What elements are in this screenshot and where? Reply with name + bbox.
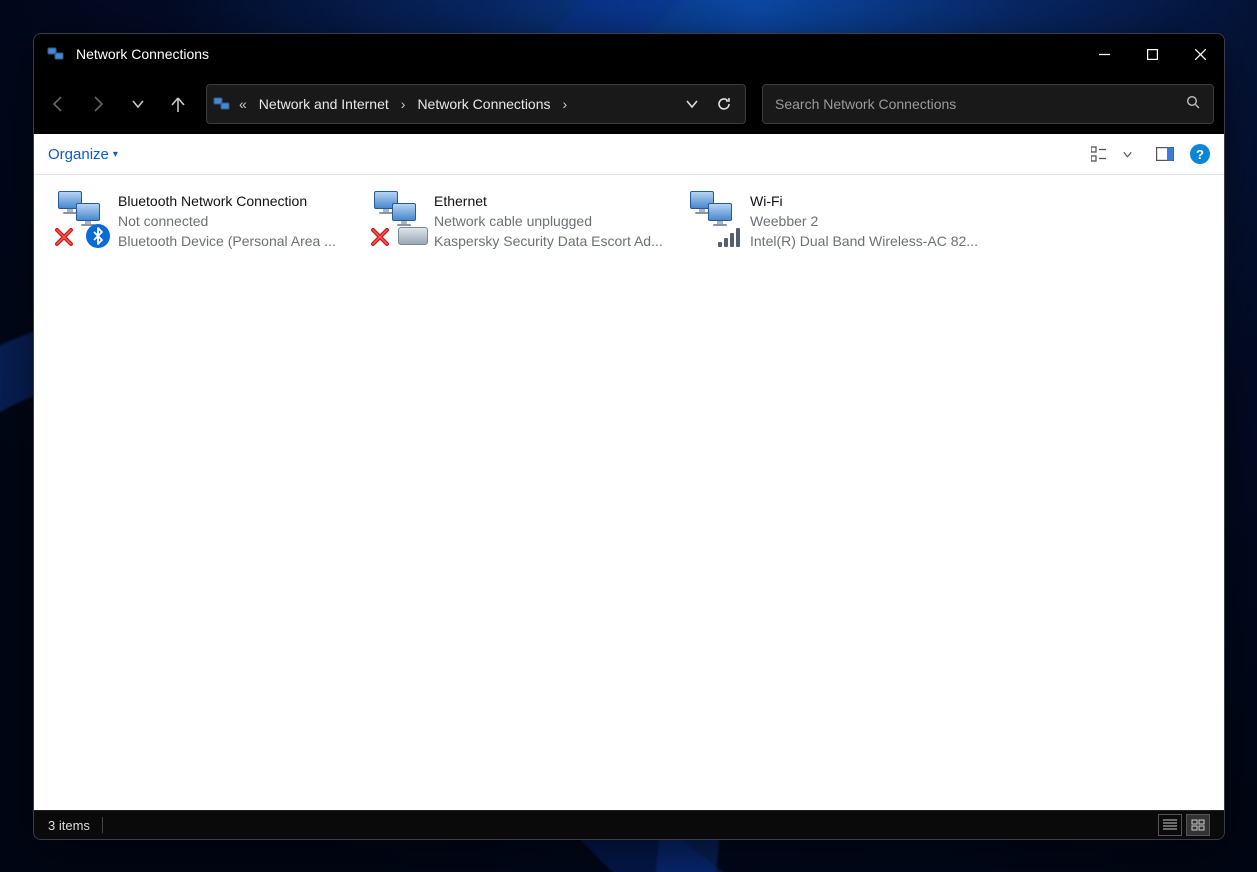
network-item-wifi[interactable]: Wi-Fi Weebber 2 Intel(R) Dual Band Wirel… [684,185,1000,255]
network-item-ethernet[interactable]: Ethernet Network cable unplugged Kaspers… [368,185,684,255]
item-name: Ethernet [434,191,682,211]
item-name: Bluetooth Network Connection [118,191,366,211]
address-bar[interactable]: « Network and Internet › Network Connect… [206,84,746,124]
maximize-button[interactable] [1128,34,1176,74]
network-item-bluetooth[interactable]: Bluetooth Network Connection Not connect… [52,185,368,255]
nav-row: « Network and Internet › Network Connect… [34,74,1224,134]
bluetooth-adapter-icon [54,189,112,247]
large-icons-view-button[interactable] [1186,814,1210,836]
forward-button[interactable] [80,86,116,122]
view-options-caret[interactable] [1120,139,1134,169]
organize-menu-button[interactable]: Organize ▾ [48,146,118,163]
breadcrumb-current[interactable]: Network Connections [411,93,556,115]
status-bar: 3 items [34,810,1224,839]
organize-label: Organize [48,146,109,163]
search-box[interactable] [762,84,1214,124]
signal-bars-icon [718,225,744,247]
close-button[interactable] [1176,34,1224,74]
breadcrumb-parent[interactable]: Network and Internet [253,93,395,115]
refresh-button[interactable] [709,89,739,119]
view-options-button[interactable] [1086,139,1116,169]
items-content-area[interactable]: Bluetooth Network Connection Not connect… [34,175,1224,810]
disconnected-x-icon [54,227,74,247]
item-device: Kaspersky Security Data Escort Ad... [434,231,682,251]
search-icon [1183,95,1203,114]
help-button[interactable]: ? [1190,144,1210,164]
status-item-count: 3 items [48,818,90,833]
titlebar[interactable]: Network Connections [34,34,1224,74]
ethernet-plug-icon [398,227,428,245]
chevrons-left-icon: « [235,96,251,112]
window-icon [46,44,66,64]
recent-locations-button[interactable] [120,86,156,122]
item-status: Network cable unplugged [434,211,682,231]
address-history-button[interactable] [677,89,707,119]
chevron-down-icon: ▾ [113,149,118,160]
status-separator [102,817,103,833]
preview-pane-button[interactable] [1150,139,1180,169]
bluetooth-icon [86,224,110,248]
back-button[interactable] [40,86,76,122]
explorer-window: Network Connections [33,33,1225,840]
window-title: Network Connections [76,46,209,62]
item-name: Wi-Fi [750,191,998,211]
chevron-right-icon: › [397,96,410,112]
minimize-button[interactable] [1080,34,1128,74]
address-folder-icon [213,95,231,113]
command-toolbar: Organize ▾ ? [34,134,1224,175]
item-device: Bluetooth Device (Personal Area ... [118,231,366,251]
item-device: Intel(R) Dual Band Wireless-AC 82... [750,231,998,251]
details-view-button[interactable] [1158,814,1182,836]
up-button[interactable] [160,86,196,122]
item-status: Not connected [118,211,366,231]
chevron-right-icon: › [559,96,572,112]
unplugged-x-icon [370,227,390,247]
search-input[interactable] [773,95,1183,113]
ethernet-adapter-icon [370,189,428,247]
wifi-adapter-icon [686,189,744,247]
item-status: Weebber 2 [750,211,998,231]
